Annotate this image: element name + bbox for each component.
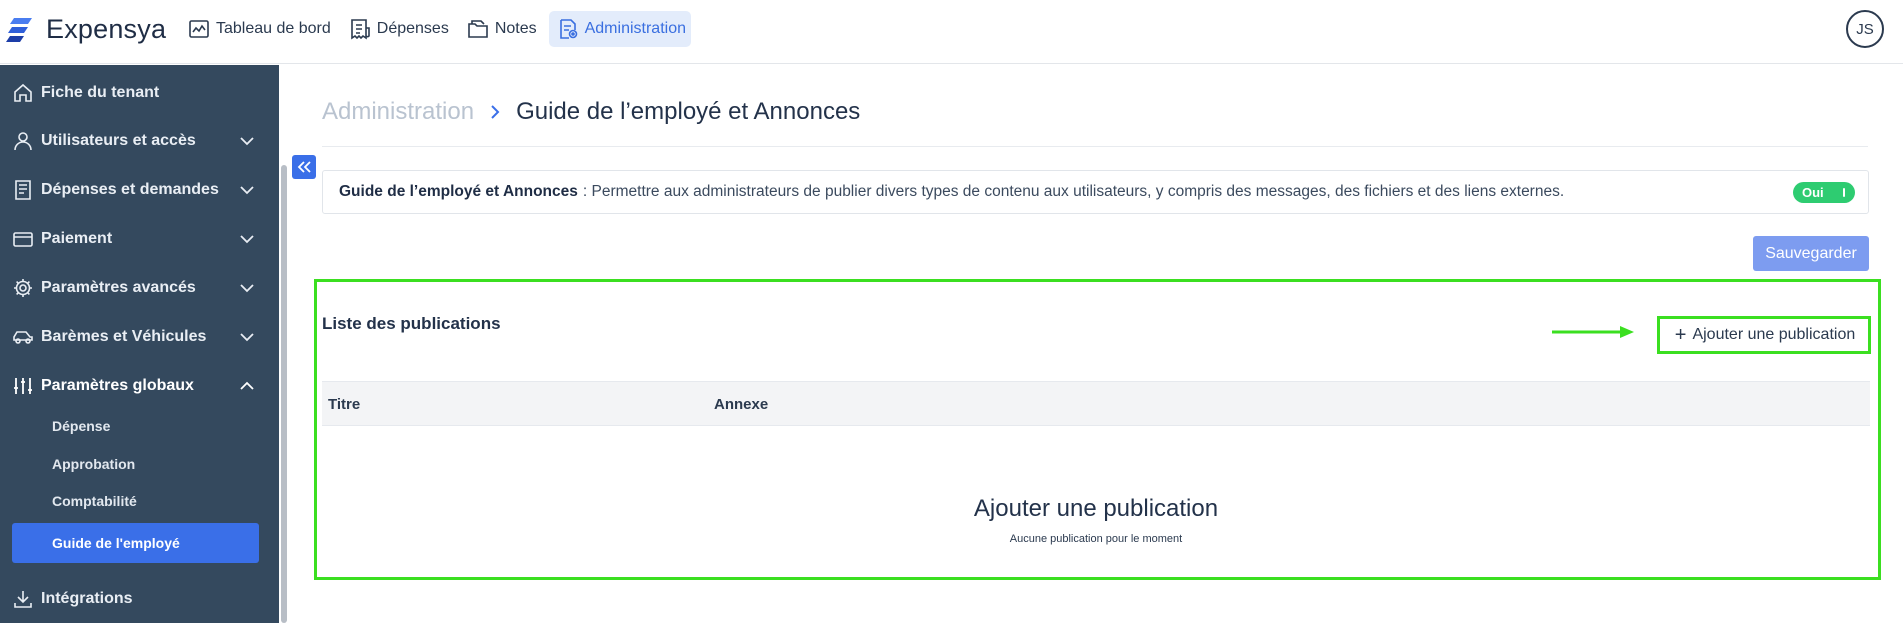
sidebar-item-utilisateurs[interactable]: Utilisateurs et accès [0,121,270,161]
nav-tableau-de-bord[interactable]: Tableau de bord [182,11,337,47]
sidebar-subitem-comptabilite[interactable]: Comptabilité [52,493,137,509]
nav-label: Tableau de bord [216,20,331,37]
add-publication-label: Ajouter une publication [1692,326,1856,343]
empty-state-subtitle: Aucune publication pour le moment [1009,533,1183,545]
folder-icon [468,20,488,38]
admin-doc-icon [559,19,577,39]
empty-state-title: Ajouter une publication [973,495,1219,522]
sidebar-item-label: Paramètres globaux [41,377,194,394]
add-publication-button[interactable]: + Ajouter une publication [1665,321,1865,349]
sidebar-item-parametres-avances[interactable]: Paramètres avancés [0,268,270,308]
nav-label: Administration [584,20,686,37]
chevron-up-icon [240,381,254,390]
sidebar-item-label: Dépenses et demandes [41,181,219,198]
sidebar-item-label: Paramètres avancés [41,279,196,296]
sidebar-item-label: Utilisateurs et accès [41,132,196,149]
breadcrumb: Administration Guide de l’employé et Ann… [322,98,860,126]
sidebar-subitem-guide-employe[interactable]: Guide de l'employé [12,523,259,563]
chevron-down-icon [240,235,254,244]
nav-label: Dépenses [376,20,449,37]
receipt-icon [15,180,31,200]
nav-depenses[interactable]: Dépenses [343,11,455,47]
sidebar-item-integrations[interactable]: Intégrations [0,579,270,619]
chevron-down-icon [240,186,254,195]
top-bar: Expensya Tableau de bord Dépenses Notes … [0,0,1903,64]
home-icon [14,83,32,102]
nav-notes[interactable]: Notes [461,11,543,47]
receipt-icon [350,19,370,40]
sidebar-item-depenses-demandes[interactable]: Dépenses et demandes [0,170,270,210]
column-header-annexe[interactable]: Annexe [714,396,768,413]
toggle-knob [1843,188,1845,197]
sidebar-item-label: Paiement [41,230,113,247]
arrow-right-annotation [1552,326,1634,338]
chevron-down-icon [240,333,254,342]
sidebar-scrollbar[interactable] [281,165,287,623]
sidebar-subitem-depense[interactable]: Dépense [52,418,110,434]
nav-label: Notes [494,20,537,37]
brand-name: Expensya [46,14,167,44]
user-avatar[interactable]: JS [1846,10,1884,48]
sidebar-item-baremes-vehicules[interactable]: Barèmes et Véhicules [0,317,270,357]
top-navigation: Tableau de bord Dépenses Notes Administr… [182,11,691,47]
expensya-logo [6,17,32,42]
plus-icon: + [1674,324,1687,346]
feature-name: Guide de l’employé et Annonces [339,183,578,200]
dashboard-icon [189,20,209,38]
chevron-down-icon [240,284,254,293]
chevron-right-icon [491,105,500,119]
gear-icon [14,279,32,297]
car-icon [13,331,33,344]
collapse-sidebar-button[interactable] [292,155,316,179]
toggle-label: Oui [1802,185,1824,200]
sidebar-item-label: Barèmes et Véhicules [41,328,207,345]
feature-toggle[interactable]: Oui [1793,182,1855,203]
sidebar-subitem-approbation[interactable]: Approbation [52,456,135,472]
sidebar-item-label: Fiche du tenant [41,84,160,101]
download-icon [14,591,32,608]
breadcrumb-parent[interactable]: Administration [322,98,474,126]
sidebar-item-fiche-du-tenant[interactable]: Fiche du tenant [0,73,270,113]
chevron-down-icon [240,137,254,146]
credit-card-icon [13,232,33,247]
publications-list-title: Liste des publications [322,314,501,333]
sidebar-item-paiement[interactable]: Paiement [0,219,270,259]
user-icon [14,132,32,151]
sliders-icon [14,378,32,394]
save-button[interactable]: Sauvegarder [1753,236,1869,271]
feature-setting-row: Guide de l’employé et Annonces : Permett… [322,170,1869,214]
publications-table-header: Titre Annexe [322,381,1870,426]
feature-description: : Permettre aux administrateurs de publi… [582,183,1565,200]
header-divider [322,146,1868,147]
sidebar-item-label: Intégrations [41,590,133,607]
nav-administration[interactable]: Administration [548,11,691,47]
page-title: Guide de l’employé et Annonces [516,98,861,125]
sidebar-item-parametres-globaux[interactable]: Paramètres globaux [0,366,270,406]
column-header-titre[interactable]: Titre [328,396,360,413]
double-chevron-left-icon [297,161,311,173]
brand[interactable]: Expensya [6,14,166,45]
